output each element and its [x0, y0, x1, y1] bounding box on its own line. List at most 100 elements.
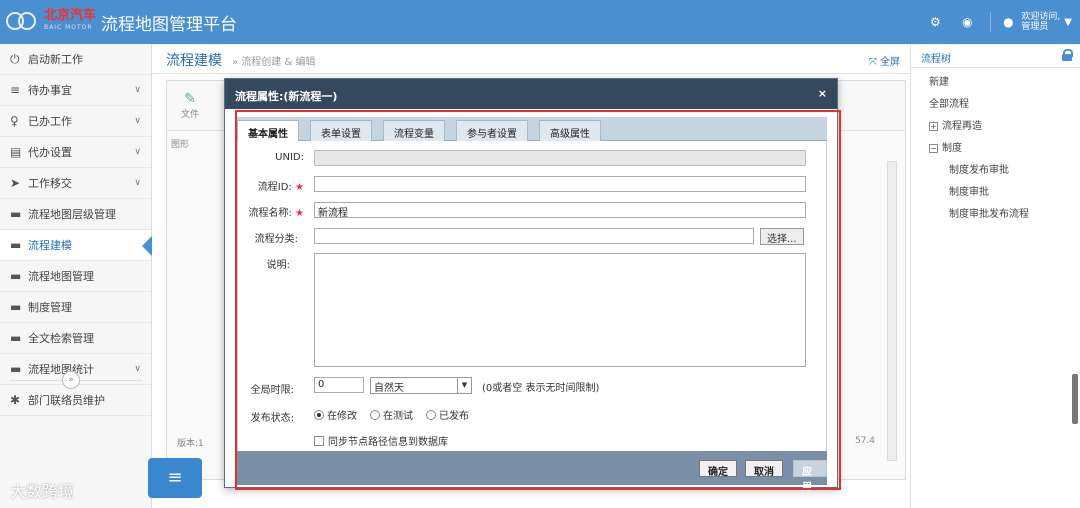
dialog-footer: 确定 取消 应用 — [237, 451, 827, 493]
logo-icon — [6, 12, 40, 32]
unid-field — [314, 150, 806, 166]
tree-item-policy[interactable]: − 制度 — [911, 134, 1080, 156]
monitor-icon: ▬ — [10, 269, 22, 283]
breadcrumb: » 流程创建 & 编辑 — [232, 57, 316, 68]
page-title: 流程建模 — [166, 53, 222, 69]
tree-item-policy-approve-publish[interactable]: 制度审批发布流程 — [911, 200, 1080, 222]
sidebar-item-todo[interactable]: ≡ 待办事宜 ∨ — [0, 75, 151, 106]
category-label: 流程分类: — [254, 234, 298, 245]
chevron-down-icon: ∨ — [134, 178, 141, 188]
list-icon: ≡ — [10, 83, 21, 97]
bulb-icon: ♀ — [10, 114, 19, 128]
welcome-text: 欢迎访问, — [1021, 12, 1061, 22]
tab-form[interactable]: 表单设置 — [310, 120, 372, 141]
apply-button: 应用 — [793, 460, 827, 493]
panel-header: 流程树 — [911, 44, 1080, 68]
sidebar-item-map-levels[interactable]: ▬ 流程地图层级管理 — [0, 199, 151, 230]
time-unit-select[interactable]: 自然天 ▼ — [370, 377, 472, 394]
process-id-field[interactable] — [314, 176, 806, 192]
sidebar-item-search[interactable]: ▬ 全文检索管理 — [0, 323, 151, 354]
process-tree-panel: 流程树 新建 全部流程 + 流程再造 − 制度 制度发布审批 制度审批 制度审批发布… — [910, 44, 1080, 508]
clipboard-icon: ▤ — [10, 145, 22, 159]
publish-status-label: 发布状态: — [250, 413, 294, 424]
expand-icon: ⤧ — [868, 57, 880, 68]
tree-item-policy-approve[interactable]: 制度审批 — [911, 178, 1080, 200]
chevron-down-icon: ∨ — [134, 116, 141, 126]
tab-participants[interactable]: 参与者设置 — [456, 120, 528, 141]
sidebar-item-done[interactable]: ♀ 已办工作 ∨ — [0, 106, 151, 137]
view-icon[interactable]: ◉ — [958, 13, 976, 31]
fullscreen-button[interactable]: ⤧ 全屏 — [869, 53, 900, 68]
process-name-field[interactable]: 新流程 — [314, 202, 806, 219]
time-limit-field[interactable]: 0 — [314, 377, 364, 393]
monitor-icon: ▬ — [10, 300, 22, 314]
sidebar-item-start-work[interactable]: ⏻ 启动新工作 — [0, 44, 151, 75]
scrollbar[interactable] — [1072, 374, 1078, 424]
collapse-toggle-icon[interactable]: − — [929, 144, 938, 153]
tree-item-reengineering[interactable]: + 流程再造 — [911, 112, 1080, 134]
breadcrumb-bar: 流程建模 » 流程创建 & 编辑 ⤧ 全屏 — [152, 44, 910, 74]
chevron-down-icon: ▼ — [457, 378, 471, 393]
brand-logo: 北京汽车 BAIC MOTOR — [44, 8, 97, 31]
expand-toggle-icon[interactable]: + — [929, 122, 938, 131]
description-textarea[interactable] — [314, 253, 806, 367]
user-name: 管理员 — [1021, 22, 1049, 32]
sidebar-item-agent-settings[interactable]: ▤ 代办设置 ∨ — [0, 137, 151, 168]
monitor-icon: ▬ — [10, 331, 22, 345]
tree-item-policy-publish[interactable]: 制度发布审批 — [911, 156, 1080, 178]
close-icon[interactable]: × — [818, 87, 827, 100]
user-icon: ● — [1003, 15, 1014, 29]
version-label: 版本:1 — [177, 439, 204, 449]
ok-button[interactable]: 确定 — [699, 460, 737, 478]
time-limit-label: 全局时限: — [250, 385, 294, 396]
sidebar-item-liaison[interactable]: ✱ 部门联络员维护 — [0, 385, 151, 416]
tree-item-all[interactable]: 全部流程 — [911, 90, 1080, 112]
app-title: 流程地图管理平台 — [101, 15, 237, 35]
tab-advanced[interactable]: 高级属性 — [539, 120, 601, 141]
monitor-icon: ▬ — [10, 238, 22, 252]
process-properties-dialog: 流程属性:(新流程一) × 基本属性 表单设置 流程变量 参与者设置 高级属性 … — [224, 78, 838, 493]
menu-button[interactable]: ≡ — [148, 458, 202, 498]
status-testing-radio[interactable]: 在测试 — [370, 407, 413, 422]
collapse-sidebar-button[interactable]: » — [62, 371, 80, 389]
unid-label: UNID: — [275, 152, 304, 163]
gear-icon: ✱ — [10, 393, 21, 407]
category-field[interactable] — [314, 228, 754, 244]
time-limit-hint: (0或者空 表示无时间限制) — [482, 383, 600, 394]
settings-icon[interactable]: ⚙ — [926, 13, 944, 31]
tab-basic[interactable]: 基本属性 — [237, 120, 299, 141]
watermark-logo: 大数跨境 — [10, 482, 75, 501]
sidebar: ⏻ 启动新工作 ≡ 待办事宜 ∨ ♀ 已办工作 ∨ ▤ 代办设置 ∨ ➤ 工作移交 ∨ ▬ 流程地图… — [0, 44, 152, 508]
tree-item-new[interactable]: 新建 — [911, 68, 1080, 90]
process-id-label: 流程ID: ★ — [257, 182, 304, 193]
sync-path-checkbox[interactable]: 同步节点路径信息到数据库 — [314, 433, 448, 448]
description-label: 说明: — [266, 260, 290, 271]
scrollbar[interactable] — [887, 161, 897, 461]
lock-icon[interactable] — [1062, 49, 1073, 61]
file-button[interactable]: ✎ 文件 — [181, 91, 199, 120]
status-editing-radio[interactable]: 在修改 — [314, 407, 357, 422]
status-published-radio[interactable]: 已发布 — [426, 407, 469, 422]
transfer-icon: ➤ — [10, 176, 21, 190]
user-menu[interactable]: ● 欢迎访问, 管理员 ▼ — [990, 12, 1072, 32]
process-name-label: 流程名称: ★ — [248, 208, 304, 219]
monitor-icon: ▬ — [10, 362, 22, 376]
sidebar-item-modeling[interactable]: ▬ 流程建模 — [0, 230, 152, 261]
select-category-button[interactable]: 选择... — [760, 228, 804, 245]
zoom-level: 57.4 — [854, 436, 875, 446]
dialog-title: 流程属性:(新流程一) × — [225, 79, 837, 109]
sidebar-item-handover[interactable]: ➤ 工作移交 ∨ — [0, 168, 151, 199]
cancel-button[interactable]: 取消 — [745, 460, 783, 478]
chevron-down-icon: ∨ — [134, 147, 141, 157]
file-icon: ✎ — [184, 91, 196, 107]
chevron-down-icon: ∨ — [134, 364, 141, 374]
workspace-tabs[interactable]: 图形 — [171, 137, 189, 150]
chevron-down-icon: ∨ — [134, 85, 141, 95]
dialog-tabs: 基本属性 表单设置 流程变量 参与者设置 高级属性 — [237, 117, 827, 141]
power-icon: ⏻ — [10, 51, 20, 66]
dialog-form: UNID: 流程ID: ★ 流程名称: ★ 新流程 流程分类: 选择... 说明… — [237, 141, 827, 451]
tab-variables[interactable]: 流程变量 — [383, 120, 445, 141]
sidebar-item-map-manage[interactable]: ▬ 流程地图管理 — [0, 261, 151, 292]
chevron-down-icon: ▼ — [1064, 16, 1072, 28]
sidebar-item-policy[interactable]: ▬ 制度管理 — [0, 292, 151, 323]
